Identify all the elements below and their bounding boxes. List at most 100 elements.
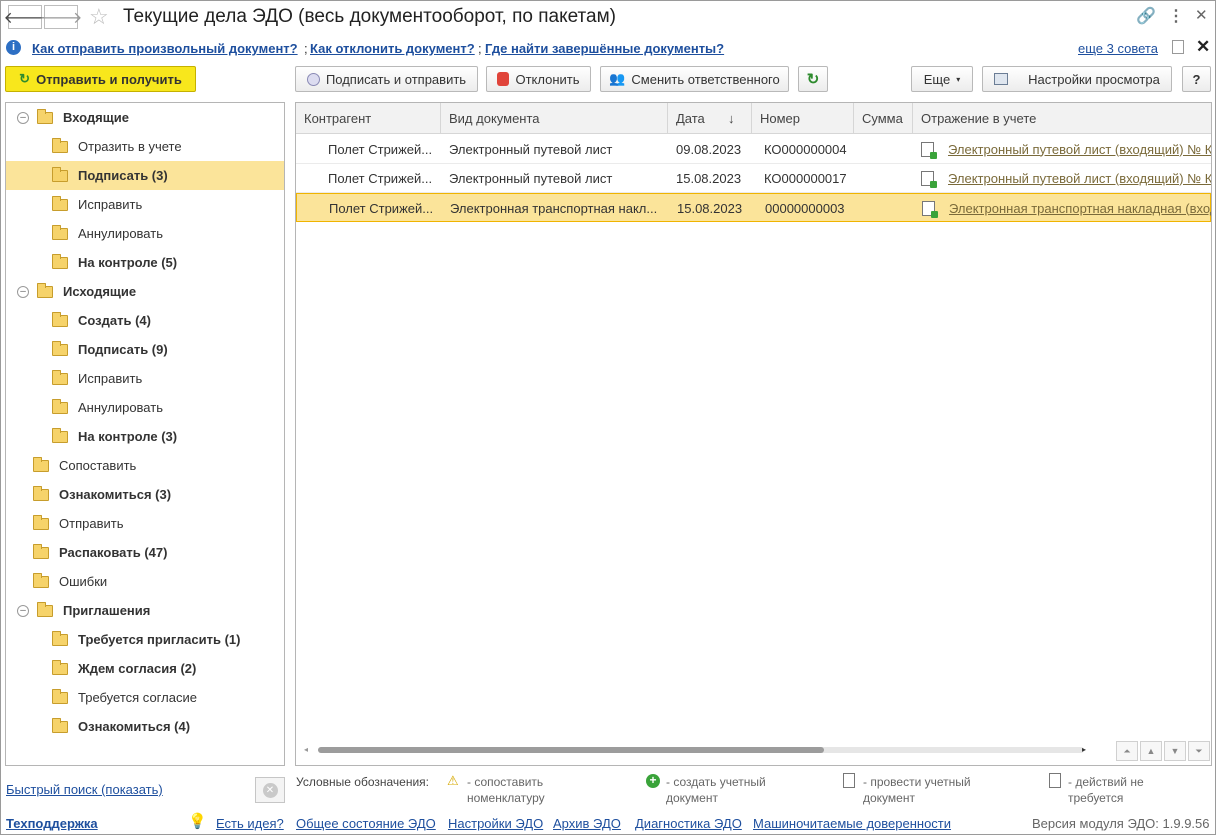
tree-item[interactable]: Требуется согласие (6, 683, 284, 712)
edo-settings-link[interactable]: Настройки ЭДО (448, 816, 543, 831)
reflection-link-cell[interactable]: Электронный путевой лист (входящий) № К (913, 135, 1211, 163)
folder-tree[interactable]: – Входящие Отразить в учете Подписать (3) Ис… (5, 102, 285, 766)
tree-item[interactable]: Отправить (6, 509, 284, 538)
more-button[interactable]: Еще ▾ (911, 66, 973, 92)
change-owner-button[interactable]: 👥 Сменить ответственного (600, 66, 789, 92)
reflection-link-cell[interactable]: Электронный путевой лист (входящий) № К (913, 164, 1211, 192)
tree-item[interactable]: Отразить в учете (6, 132, 284, 161)
column-header-number[interactable]: Номер (752, 103, 854, 134)
forward-button[interactable]: 🡒 (40, 5, 82, 29)
tip-reject-link[interactable]: Как отклонить документ? (310, 41, 475, 56)
reject-button[interactable]: Отклонить (486, 66, 591, 92)
close-window-icon[interactable]: ✕ (1195, 6, 1208, 24)
tree-item[interactable]: Аннулировать (6, 393, 284, 422)
folder-icon (52, 717, 68, 733)
list-icon[interactable] (1172, 40, 1184, 54)
table-row[interactable]: Полет Стрижей... Электронная транспортная… (296, 193, 1211, 222)
folder-icon (52, 398, 68, 414)
help-button[interactable]: ? (1182, 66, 1211, 92)
tree-item[interactable]: Исправить (6, 190, 284, 219)
reflection-link-cell[interactable]: Электронная транспортная накладная (вход (914, 194, 1211, 222)
tree-item-label: Подписать (9) (78, 342, 168, 357)
scroll-bottom-button[interactable]: ⏷ (1188, 741, 1210, 761)
edo-diagnostics-link[interactable]: Диагностика ЭДО (635, 816, 742, 831)
refresh-button[interactable]: ↻ (798, 66, 828, 92)
quick-search-link[interactable]: Быстрый поиск (показать) (6, 782, 163, 797)
tree-item[interactable]: Ждем согласия (2) (6, 654, 284, 683)
reflection-link[interactable]: Электронная транспортная накладная (вход (949, 201, 1211, 216)
tree-item[interactable]: Требуется пригласить (1) (6, 625, 284, 654)
tree-item[interactable]: – Приглашения (6, 596, 284, 625)
tree-item[interactable]: – Исходящие (6, 277, 284, 306)
tree-item[interactable]: Создать (4) (6, 306, 284, 335)
column-header-sum[interactable]: Сумма (854, 103, 913, 134)
tree-item[interactable]: Распаковать (47) (6, 538, 284, 567)
horizontal-scrollbar[interactable]: ◂ ▸ ⏶ ▲ ▼ ⏷ (296, 737, 1211, 765)
back-button[interactable]: 🡐 (4, 5, 46, 29)
tree-item[interactable]: Ознакомиться (3) (6, 480, 284, 509)
no-action-icon (1049, 773, 1061, 788)
tree-item[interactable]: Сопоставить (6, 451, 284, 480)
idea-link[interactable]: Есть идея? (216, 816, 284, 831)
settings-window-icon (994, 73, 1009, 85)
sort-down-icon: ↓ (728, 111, 735, 126)
tree-item[interactable]: Подписать (3) (6, 161, 284, 190)
reflection-link[interactable]: Электронный путевой лист (входящий) № К (948, 142, 1211, 157)
sign-send-button[interactable]: Подписать и отправить (295, 66, 478, 92)
column-header-reflection[interactable]: Отражение в учете (913, 103, 1211, 134)
tree-item[interactable]: Аннулировать (6, 219, 284, 248)
tree-item-label: Исправить (78, 371, 143, 386)
legend-item-post: - провести учетный документ (863, 775, 971, 805)
scroll-left-icon[interactable]: ◂ (304, 745, 308, 754)
table-row[interactable]: Полет Стрижей... Электронный путевой лист… (296, 164, 1211, 193)
collapse-toggle-icon[interactable]: – (17, 111, 29, 124)
view-settings-button[interactable]: Настройки просмотра (982, 66, 1172, 92)
send-receive-button[interactable]: ↻ Отправить и получить (5, 66, 196, 92)
scroll-up-button[interactable]: ▲ (1140, 741, 1162, 761)
refresh-icon: ↻ (19, 71, 31, 86)
tree-item[interactable]: Исправить (6, 364, 284, 393)
tip-send-arbitrary-link[interactable]: Как отправить произвольный документ? (32, 41, 298, 56)
table-row[interactable]: Полет Стрижей... Электронный путевой лист… (296, 135, 1211, 164)
close-tips-icon[interactable]: ✕ (1196, 37, 1210, 57)
collapse-toggle-icon[interactable]: – (17, 285, 29, 298)
folder-icon (52, 688, 68, 704)
more-tips-link[interactable]: еще 3 совета (1078, 41, 1158, 56)
link-icon[interactable]: 🔗 (1136, 6, 1156, 26)
folder-icon (52, 253, 68, 269)
tree-item[interactable]: Подписать (9) (6, 335, 284, 364)
edo-state-link[interactable]: Общее состояние ЭДО (296, 816, 436, 831)
tree-item-label: Подписать (3) (78, 168, 168, 183)
arrow-right-icon: 🡒 (39, 9, 83, 27)
tree-item[interactable]: – Входящие (6, 103, 284, 132)
machine-readable-powers-link[interactable]: Машиночитаемые доверенности (753, 816, 951, 831)
column-header-counterparty[interactable]: Контрагент (296, 103, 441, 134)
reject-label: Отклонить (515, 71, 580, 87)
legend-item-create: - создать учетный документ (666, 775, 766, 805)
tip-completed-link[interactable]: Где найти завершённые документы? (485, 41, 724, 56)
tree-item[interactable]: Ошибки (6, 567, 284, 596)
edo-archive-link[interactable]: Архив ЭДО (553, 816, 621, 831)
tree-item-label: Требуется согласие (78, 690, 197, 705)
column-header-doc-type[interactable]: Вид документа (441, 103, 668, 134)
cell-date: 09.08.2023 (676, 141, 742, 157)
favorite-star-icon[interactable]: ☆ (89, 4, 109, 30)
scroll-down-button[interactable]: ▼ (1164, 741, 1186, 761)
tree-item[interactable]: На контроле (3) (6, 422, 284, 451)
date-header-label: Дата (676, 111, 705, 126)
scroll-thumb[interactable] (318, 747, 824, 753)
scroll-top-button[interactable]: ⏶ (1116, 741, 1138, 761)
tree-item-label: Ознакомиться (3) (59, 487, 172, 502)
folder-icon (37, 108, 53, 124)
more-menu-icon[interactable]: ⋮ (1168, 6, 1184, 26)
clear-search-button[interactable]: ✕ (255, 777, 285, 803)
collapse-toggle-icon[interactable]: – (17, 604, 29, 617)
reflection-link[interactable]: Электронный путевой лист (входящий) № К (948, 171, 1211, 186)
scroll-right-icon[interactable]: ▸ (1082, 745, 1086, 754)
support-link[interactable]: Техподдержка (6, 816, 98, 831)
column-header-date[interactable]: Дата ↓ (668, 103, 752, 134)
tree-item[interactable]: Ознакомиться (4) (6, 712, 284, 741)
folder-icon (33, 514, 49, 530)
tree-item[interactable]: На контроле (5) (6, 248, 284, 277)
documents-table[interactable]: Контрагент Вид документа Дата ↓ Номер Су… (295, 102, 1212, 766)
